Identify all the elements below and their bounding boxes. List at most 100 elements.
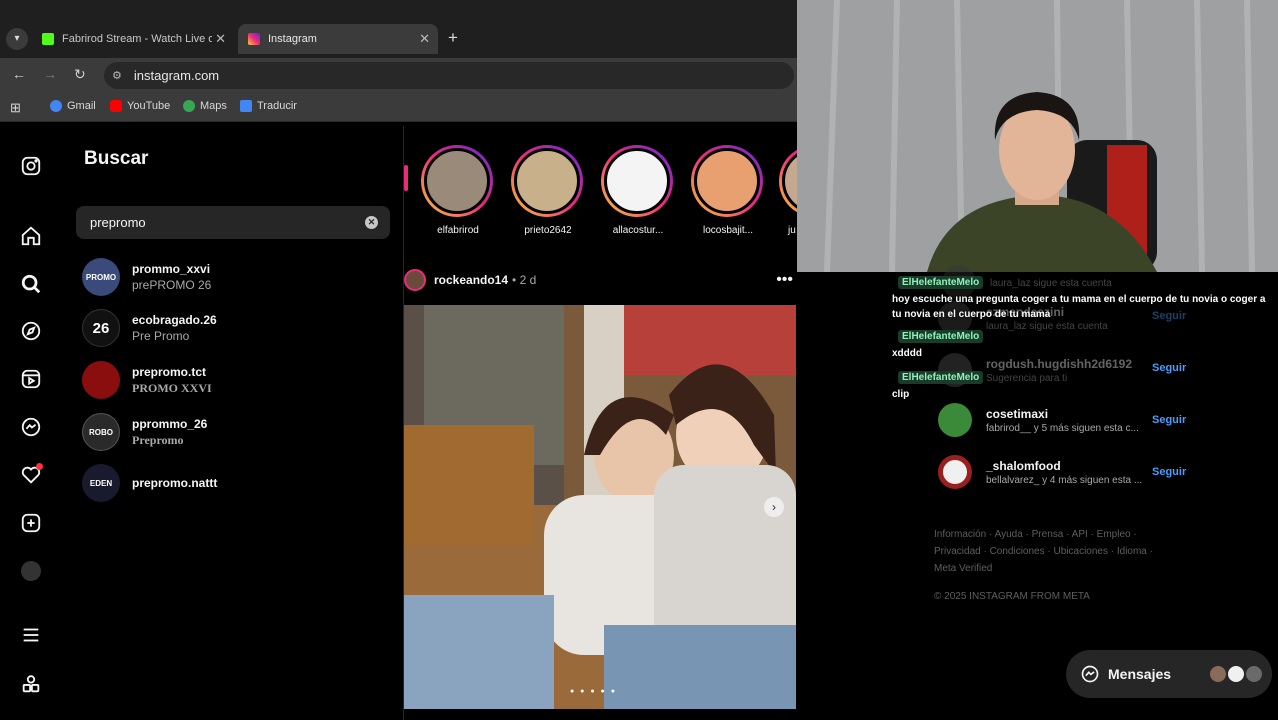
also-from-meta-icon[interactable] — [19, 672, 43, 696]
tab-search-button[interactable]: ▾ — [6, 28, 28, 50]
more-options-icon[interactable]: ••• — [776, 271, 793, 289]
reels-icon[interactable] — [19, 367, 43, 391]
bookmarks-bar: ⊞ Gmail YouTube Maps Traducir — [0, 93, 797, 122]
follow-button[interactable]: Seguir — [1152, 466, 1186, 478]
chat-message: hoy escuche una pregunta coger a tu mama… — [892, 294, 1266, 320]
result-name: prePROMO 26 — [132, 278, 212, 292]
bookmark-label: Gmail — [67, 100, 96, 112]
search-result[interactable]: PROMO prommo_xxvi prePROMO 26 — [82, 255, 382, 299]
avatar — [1208, 664, 1228, 684]
story-item[interactable]: prieto2642 — [511, 145, 585, 236]
story-avatar — [424, 148, 490, 214]
create-plus-icon[interactable] — [19, 511, 43, 535]
story-name: locosbajit... — [702, 225, 754, 236]
footer-links[interactable]: Información · Ayuda · Prensa · API · Emp… — [934, 526, 1164, 577]
story-avatar — [514, 148, 580, 214]
story-ring-partial — [404, 165, 408, 191]
avatar — [938, 455, 972, 489]
follow-button[interactable]: Seguir — [1152, 362, 1186, 374]
instagram-icon — [248, 33, 260, 45]
profile-avatar[interactable] — [19, 559, 43, 583]
search-result[interactable]: ROBO pprommo_26 Prepromo — [82, 410, 382, 454]
search-title: Buscar — [84, 148, 149, 169]
story-name: allacostur... — [612, 225, 664, 236]
search-result[interactable]: 26 ecobragado.26 Pre Promo — [82, 306, 382, 350]
result-name: Prepromo — [132, 432, 184, 447]
instagram-logo-icon[interactable] — [19, 154, 43, 178]
result-username: prepromo.tct — [132, 364, 207, 379]
search-result[interactable]: prepromo.tct PROMO XXVI — [82, 358, 382, 402]
chat-username: ElHelefanteMelo — [898, 371, 984, 384]
back-arrow-icon[interactable]: ← — [12, 66, 26, 82]
story-item[interactable]: elfabrirod — [421, 145, 495, 236]
tab-label: Instagram — [268, 33, 317, 45]
post-avatar[interactable] — [404, 269, 426, 291]
menu-hamburger-icon[interactable] — [19, 623, 43, 647]
avatar: PROMO — [82, 258, 120, 296]
post-username[interactable]: rockeando14 — [434, 273, 508, 287]
bookmark-maps[interactable]: Maps — [183, 100, 227, 112]
story-item[interactable]: allacostur... — [601, 145, 675, 236]
bookmark-youtube[interactable]: YouTube — [110, 100, 170, 112]
close-tab-icon[interactable]: ✕ — [419, 31, 430, 47]
suggestion-subtitle: Sugerencia para ti — [986, 372, 1068, 384]
story-name: ju — [788, 225, 796, 236]
avatar: 26 — [82, 309, 120, 347]
explore-compass-icon[interactable] — [19, 319, 43, 343]
result-username: prepromo.nattt — [132, 476, 218, 490]
webcam-overlay — [797, 0, 1278, 272]
tab-label: Fabrirod Stream - Watch Live o — [62, 33, 212, 45]
tab-fabrirod-stream[interactable]: Fabrirod Stream - Watch Live o ✕ — [32, 24, 234, 54]
url-text: instagram.com — [133, 68, 220, 83]
carousel-dots: ● ● ● ● ● — [570, 688, 617, 695]
suggestion-subtitle: fabrirod__ y 5 más siguen esta c... — [986, 422, 1139, 434]
notifications-heart-icon[interactable] — [19, 463, 43, 487]
apps-grid-icon[interactable]: ⊞ — [10, 100, 21, 116]
messenger-icon[interactable] — [19, 415, 43, 439]
forward-arrow-icon[interactable]: → — [43, 66, 57, 82]
search-result[interactable]: EDEN prepromo.nattt — [82, 461, 382, 505]
site-settings-icon[interactable]: ⚙ — [112, 69, 122, 82]
chat-message: xdddd — [892, 348, 922, 359]
suggestion-row: cosetimaxi fabrirod__ y 5 más siguen esta… — [938, 400, 1188, 440]
messages-label: Mensajes — [1108, 666, 1172, 682]
suggestion-username[interactable]: cosetimaxi — [986, 407, 1139, 421]
avatar: ROBO — [82, 413, 120, 451]
youtube-icon — [110, 100, 122, 112]
search-input[interactable]: prepromo — [76, 206, 390, 239]
kick-icon — [42, 33, 54, 45]
clear-search-icon[interactable]: ✕ — [365, 216, 378, 229]
bookmark-gmail[interactable]: Gmail — [50, 100, 96, 112]
suggestion-subtitle: laura_laz sigue esta cuenta — [986, 320, 1108, 332]
reload-icon[interactable]: ↻ — [74, 66, 86, 83]
story-item[interactable]: locosbajit... — [691, 145, 765, 236]
maps-pin-icon — [183, 100, 195, 112]
post-image[interactable]: › ● ● ● ● ● — [404, 305, 796, 709]
avatar — [1244, 664, 1264, 684]
avatar — [82, 361, 120, 399]
new-tab-button[interactable]: + — [448, 28, 458, 48]
suggestion-username[interactable]: rogdush.hugdishh2d6192 — [986, 357, 1132, 371]
next-image-arrow-icon[interactable]: › — [764, 497, 784, 517]
follow-button[interactable]: Seguir — [1152, 414, 1186, 426]
story-name: prieto2642 — [524, 225, 572, 236]
suggestion-username[interactable]: _shalomfood — [986, 459, 1142, 473]
close-tab-icon[interactable]: ✕ — [215, 31, 226, 47]
copyright: © 2025 INSTAGRAM FROM META — [934, 591, 1090, 602]
search-icon[interactable] — [19, 272, 43, 296]
story-item[interactable]: ju — [779, 145, 797, 245]
translate-icon — [240, 100, 252, 112]
avatar-text: PROMO — [85, 272, 117, 282]
suggestion-subtitle: laura_laz sigue esta cuenta — [990, 277, 1112, 289]
bookmark-traducir[interactable]: Traducir — [240, 100, 297, 112]
home-icon[interactable] — [19, 224, 43, 248]
result-name: Pre Promo — [132, 329, 190, 343]
address-bar[interactable]: ⚙ instagram.com — [104, 62, 794, 89]
post-header: rockeando14 • 2 d ••• — [404, 266, 797, 294]
suggestion-subtitle: bellalvarez_ y 4 más siguen esta ... — [986, 474, 1143, 486]
messenger-icon — [1081, 665, 1099, 683]
tab-instagram[interactable]: Instagram ✕ — [238, 24, 438, 54]
post-photo — [404, 305, 796, 709]
avatar-text: EDEN — [89, 478, 113, 488]
bookmark-label: Maps — [200, 100, 227, 112]
